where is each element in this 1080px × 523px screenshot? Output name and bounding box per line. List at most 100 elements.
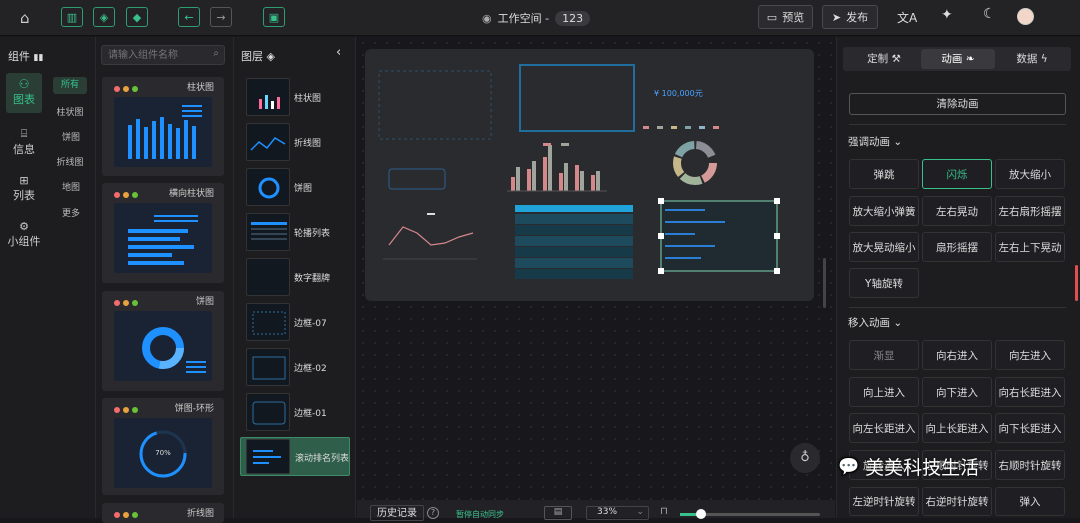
anim-bounce[interactable]: 弹跳 — [849, 159, 919, 189]
home-icon[interactable]: ⌂ — [20, 9, 38, 27]
tab-custom[interactable]: 定制 ⚒ — [849, 49, 919, 69]
lock-icon[interactable]: ⊓ — [660, 506, 668, 517]
undo-icon[interactable]: ← — [178, 7, 200, 27]
layer-item[interactable]: 数字翻牌 — [240, 258, 350, 298]
subcategory-line[interactable]: 折线图 — [52, 155, 88, 168]
tab-animation[interactable]: 动画 ❧ — [921, 49, 995, 69]
right-scrollbar[interactable] — [1075, 265, 1078, 301]
layer-thumbnail — [246, 393, 290, 431]
save-icon[interactable]: ▣ — [263, 7, 285, 27]
canvas-board[interactable]: ¥ 100,000元 — [365, 49, 814, 301]
anim-enter-down-long[interactable]: 向下长距进入 — [995, 413, 1065, 443]
components-title: 组件 ▮▮ — [8, 50, 44, 63]
search-input[interactable] — [102, 46, 206, 64]
anim-fade-in[interactable]: 渐显 — [849, 340, 919, 370]
subcategory-all[interactable]: 所有 — [53, 77, 87, 94]
anim-rotate-right-cw[interactable]: 右顺时针旋转 — [995, 450, 1065, 480]
wechat-icon: 💬 — [838, 456, 860, 477]
layer-item[interactable]: 边框-07 — [240, 303, 350, 343]
anim-enter-up[interactable]: 向上进入 — [849, 377, 919, 407]
category-info[interactable]: ⌸ 信息 — [0, 127, 48, 157]
anim-enter-left[interactable]: 向左进入 — [995, 340, 1065, 370]
anim-flip-y[interactable]: Y轴旋转 — [849, 268, 919, 298]
bar-chart-thumbnail — [114, 97, 212, 167]
component-card-bar[interactable]: 柱状图 — [102, 77, 224, 176]
anim-jello[interactable]: 左右上下晃动 — [995, 232, 1065, 262]
preview-button[interactable]: ▭ 预览 — [758, 5, 813, 29]
component-card-pie[interactable]: 饼图 — [102, 291, 224, 391]
anim-shake[interactable]: 左右晃动 — [922, 196, 992, 226]
publish-button[interactable]: ➤ 发布 — [822, 5, 878, 29]
component-card-ring[interactable]: 饼图-环形 70% — [102, 398, 224, 495]
layer-label: 滚动排名列表 — [295, 454, 350, 464]
category-list[interactable]: ⊞ 列表 — [0, 174, 48, 203]
magic-wand-icon[interactable]: ✦ — [941, 7, 953, 23]
canvas-scrollbar[interactable] — [823, 258, 826, 308]
window-dots — [114, 510, 141, 521]
history-button[interactable]: 历史记录 — [370, 505, 424, 521]
subcategory-map[interactable]: 地图 — [56, 180, 86, 193]
layer-item[interactable]: 柱状图 — [240, 78, 350, 118]
anim-swing[interactable]: 扇形摇摆 — [922, 232, 992, 262]
ring-value: 70% — [155, 449, 171, 457]
layer-item[interactable]: 折线图 — [240, 123, 350, 163]
component-card-horizontal-bar[interactable]: 横向柱状图 — [102, 183, 224, 283]
canvas-contents — [378, 64, 780, 279]
top-toolbar: ⌂ ▥ ◈ ◆ ← → ▣ ◉ 工作空间 - 123 ▭ 预览 ➤ 发布 文A ✦ … — [0, 0, 1080, 36]
clear-animation-button[interactable]: 清除动画 — [849, 93, 1066, 115]
layer-label: 饼图 — [294, 184, 313, 194]
layer-item[interactable]: 轮播列表 — [240, 213, 350, 253]
layers-toggle-icon[interactable]: ◈ — [93, 7, 115, 27]
planet-icon[interactable]: ♁ — [790, 443, 820, 473]
window-dots — [114, 405, 141, 416]
tab-data[interactable]: 数据 ϟ — [997, 49, 1067, 69]
watermark-text: 美美科技生活 — [865, 457, 980, 479]
subcategory-bar[interactable]: 柱状图 — [52, 105, 88, 118]
anim-enter-left-long[interactable]: 向左长距进入 — [849, 413, 919, 443]
layer-item[interactable]: 边框-02 — [240, 348, 350, 388]
anim-flash[interactable]: 闪烁 — [922, 159, 992, 189]
card-label: 饼图 — [195, 297, 214, 307]
anim-rotate-left-ccw[interactable]: 左逆时针旋转 — [849, 487, 919, 516]
table-icon: ⊞ — [19, 174, 29, 187]
anim-enter-right[interactable]: 向右进入 — [922, 340, 992, 370]
anim-wobble[interactable]: 左右扇形摇摆 — [995, 196, 1065, 226]
dark-mode-icon[interactable]: ☾ — [983, 6, 996, 22]
emphasis-section-title[interactable]: 强调动画 ⌄ — [848, 134, 902, 149]
anim-rotate-right-ccw[interactable]: 右逆时针旋转 — [922, 487, 992, 516]
anim-bounce-in[interactable]: 弹入 — [995, 487, 1065, 516]
search-icon[interactable]: ⌕ — [213, 48, 219, 59]
layer-thumbnail — [246, 439, 290, 474]
category-charts[interactable]: ⚇ 图表 — [6, 73, 42, 113]
collapse-icon[interactable]: ‹ — [336, 45, 341, 60]
drop-toggle-icon[interactable]: ◆ — [126, 7, 148, 27]
category-widgets[interactable]: ⚙ 小组件 — [0, 220, 48, 249]
anim-tada[interactable]: 放大晃动缩小 — [849, 232, 919, 262]
help-icon[interactable]: ? — [427, 507, 439, 519]
info-icon: ⌸ — [20, 127, 28, 140]
window-dots — [114, 84, 141, 95]
enter-section-title[interactable]: 移入动画 ⌄ — [848, 315, 902, 330]
subcategory-more[interactable]: 更多 — [56, 206, 86, 219]
layer-item[interactable]: 边框-01 — [240, 393, 350, 433]
anim-enter-right-long[interactable]: 向右长距进入 — [995, 377, 1065, 407]
tools-icon: ⚒ — [891, 53, 901, 65]
redo-icon[interactable]: → — [210, 7, 232, 27]
subcategory-pie[interactable]: 饼图 — [56, 130, 86, 143]
anim-pulse[interactable]: 放大缩小 — [995, 159, 1065, 189]
zoom-slider[interactable] — [680, 509, 820, 519]
component-card-line[interactable]: 折线图 — [102, 503, 224, 523]
horizontal-bar-thumbnail — [114, 203, 212, 273]
layer-label: 轮播列表 — [294, 229, 331, 239]
chart-panel-toggle-icon[interactable]: ▥ — [61, 7, 83, 27]
avatar[interactable] — [1017, 8, 1034, 25]
card-label: 横向柱状图 — [168, 189, 214, 199]
category-charts-label: 图表 — [13, 93, 35, 106]
anim-rubber[interactable]: 放大缩小弹簧 — [849, 196, 919, 226]
layer-thumbnail — [246, 303, 290, 341]
translate-icon[interactable]: 文A — [897, 9, 917, 26]
layer-item-selected[interactable]: 滚动排名列表 — [240, 437, 350, 476]
layer-item[interactable]: 饼图 — [240, 168, 350, 208]
anim-enter-down[interactable]: 向下进入 — [922, 377, 992, 407]
anim-enter-up-long[interactable]: 向上长距进入 — [922, 413, 992, 443]
